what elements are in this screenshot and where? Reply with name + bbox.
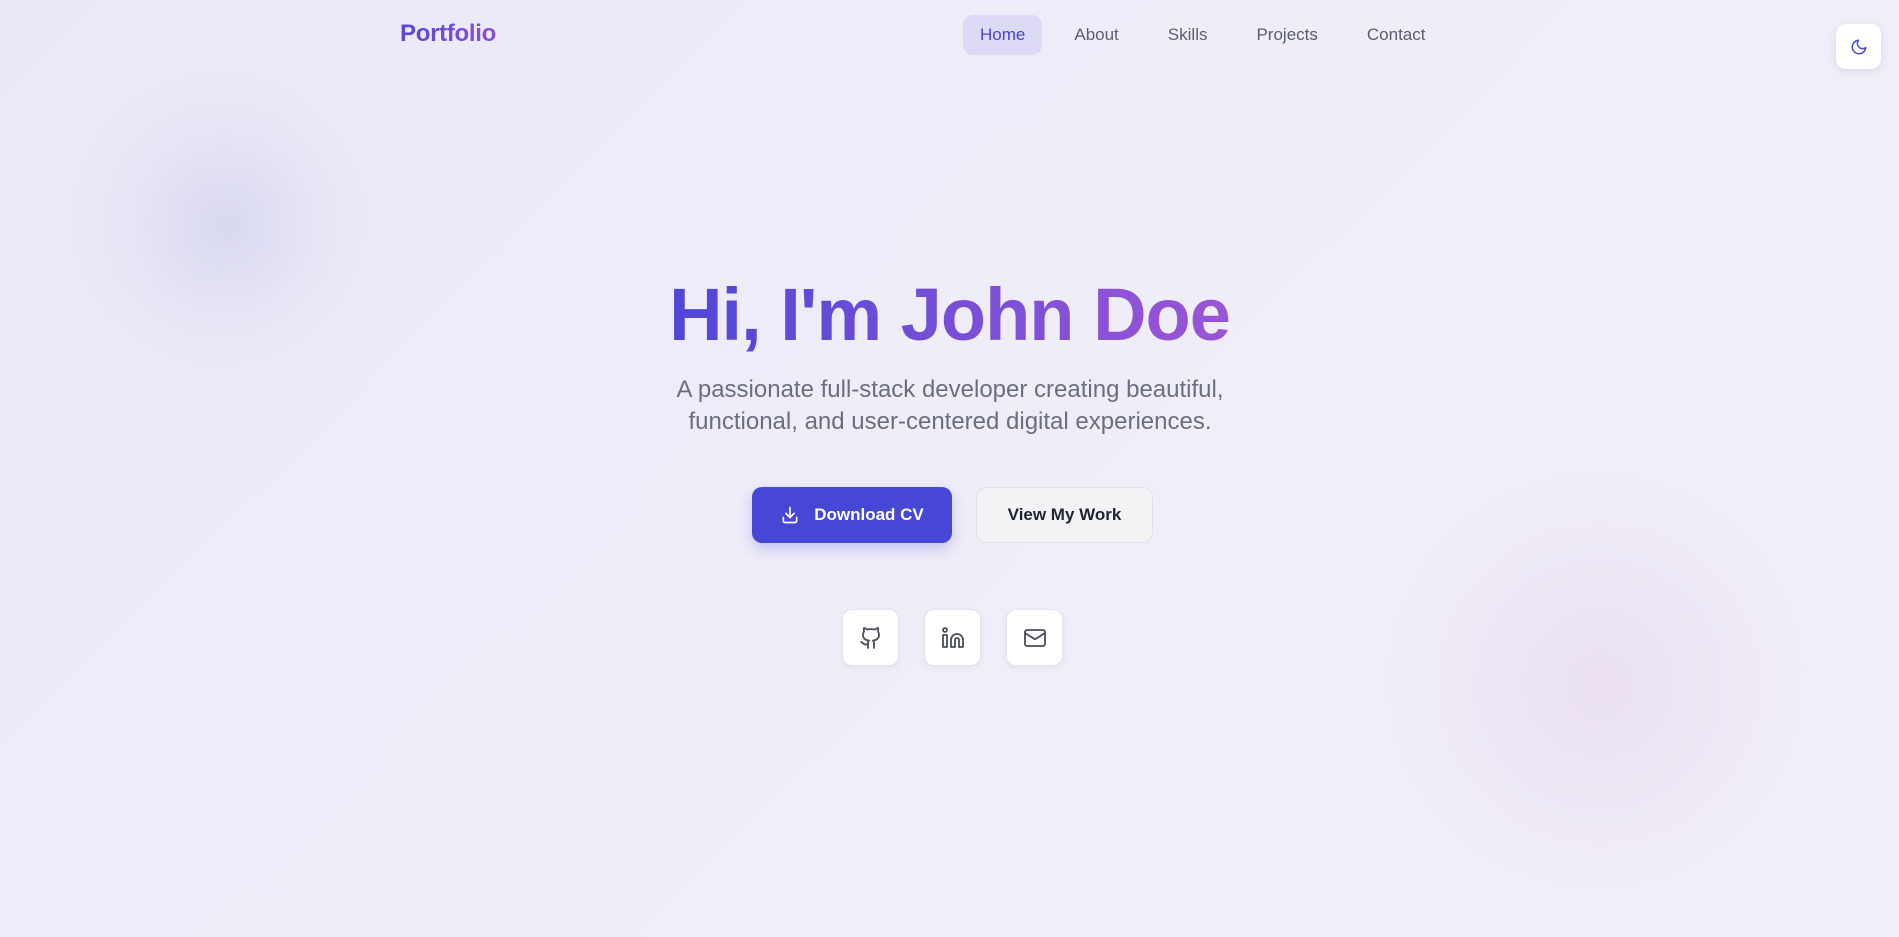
hero-title: Hi, I'm John Doe bbox=[0, 272, 1899, 358]
download-icon bbox=[780, 505, 800, 525]
view-my-work-label: View My Work bbox=[1007, 505, 1122, 524]
mail-icon bbox=[1023, 626, 1047, 650]
nav-item-skills[interactable]: Skills bbox=[1151, 15, 1225, 55]
logo[interactable]: Portfolio bbox=[400, 20, 496, 48]
background-blob-right bbox=[1360, 470, 1840, 900]
nav-item-about[interactable]: About bbox=[1057, 15, 1135, 55]
theme-toggle-button[interactable] bbox=[1836, 24, 1881, 69]
hero-title-text: Hi, I'm John Doe bbox=[669, 273, 1231, 356]
nav-item-home[interactable]: Home bbox=[963, 15, 1043, 55]
view-my-work-button[interactable]: View My Work bbox=[976, 487, 1153, 543]
moon-icon bbox=[1850, 38, 1868, 56]
github-icon bbox=[859, 626, 883, 650]
hero-subtitle: A passionate full-stack developer creati… bbox=[676, 376, 1224, 435]
linkedin-link[interactable] bbox=[924, 609, 981, 666]
email-link[interactable] bbox=[1006, 609, 1063, 666]
nav-links: Home About Skills Projects Contact bbox=[963, 15, 1457, 55]
nav-item-projects[interactable]: Projects bbox=[1239, 15, 1334, 55]
download-cv-label: Download CV bbox=[814, 505, 924, 524]
linkedin-icon bbox=[941, 626, 965, 650]
navbar: Portfolio Home About Skills Projects Con… bbox=[0, 0, 1899, 70]
nav-item-contact[interactable]: Contact bbox=[1350, 15, 1443, 55]
download-cv-button[interactable]: Download CV bbox=[752, 487, 952, 543]
github-link[interactable] bbox=[842, 609, 899, 666]
